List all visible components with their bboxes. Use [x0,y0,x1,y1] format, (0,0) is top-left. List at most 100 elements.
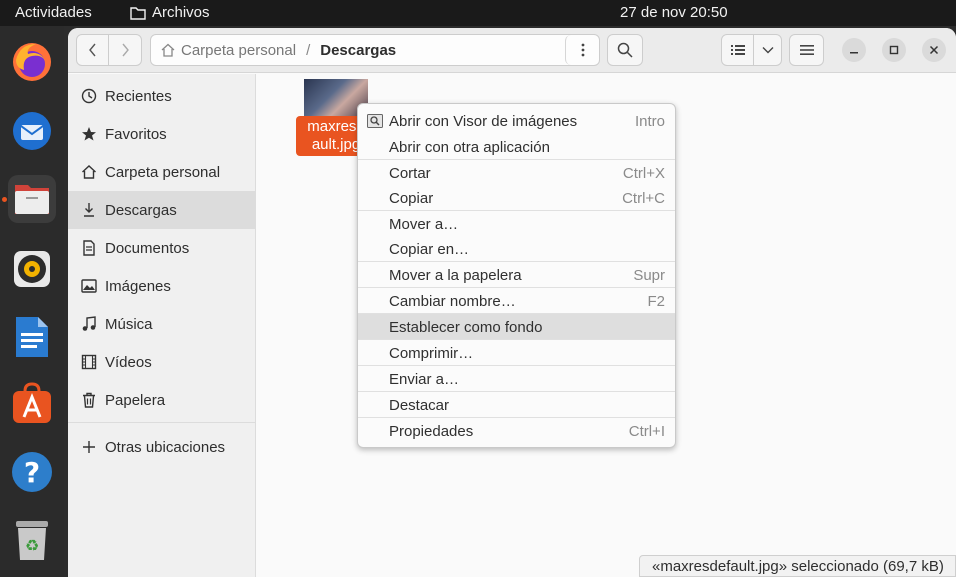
chevron-right-icon [122,43,129,57]
sidebar-item-label: Carpeta personal [105,163,221,181]
dock: ? ♻ [0,26,64,577]
folder-icon [130,6,146,20]
maximize-icon [889,45,899,55]
sidebar-item-musica[interactable]: Música [68,305,255,343]
trash-icon[interactable]: ♻ [8,516,56,564]
kebab-menu-icon [581,43,585,57]
close-button[interactable] [922,38,946,62]
sidebar-item-label: Imágenes [105,277,171,295]
music-icon [80,316,98,332]
rhythmbox-icon[interactable] [8,245,56,293]
thunderbird-icon[interactable] [8,107,56,155]
sidebar-item-videos[interactable]: Vídeos [68,343,255,381]
path-home-label: Carpeta personal [181,41,297,59]
menu-item-send-to[interactable]: Enviar a… [358,366,675,392]
help-icon[interactable]: ? [8,448,56,496]
sidebar-item-label: Otras ubicaciones [105,438,226,456]
app-menu[interactable]: Archivos [130,4,210,21]
view-options-button[interactable] [753,34,782,66]
menu-item-label: Copiar [389,189,434,207]
top-bar: Actividades Archivos 27 de nov 20:50 [0,0,956,26]
menu-item-label: Propiedades [389,422,474,440]
sidebar-item-descargas[interactable]: Descargas [68,191,255,229]
plus-icon [80,440,98,454]
sidebar-item-label: Documentos [105,239,190,257]
menu-item-open-with-other[interactable]: Abrir con otra aplicación [358,134,675,160]
sidebar-item-label: Papelera [105,391,166,409]
menu-item-label: Abrir con Visor de imágenes [389,112,578,130]
context-menu: Abrir con Visor de imágenes Intro Abrir … [357,103,676,448]
sidebar-item-carpeta-personal[interactable]: Carpeta personal [68,153,255,191]
menu-item-rename[interactable]: Cambiar nombre… F2 [358,288,675,314]
trash-icon [80,392,98,408]
search-button[interactable] [607,34,643,66]
menu-item-open-with-image-viewer[interactable]: Abrir con Visor de imágenes Intro [358,108,675,134]
path-home[interactable]: Carpeta personal [161,42,296,59]
menu-item-copy[interactable]: Copiar Ctrl+C [358,185,675,211]
menu-item-star[interactable]: Destacar [358,392,675,418]
sidebar: Recientes Favoritos Carpeta personal Des… [68,74,256,577]
search-icon [617,42,633,58]
menu-item-label: Mover a… [389,215,459,233]
chevron-down-icon [762,47,773,54]
menu-item-label: Comprimir… [389,344,474,362]
minimize-button[interactable] [842,38,866,62]
sidebar-item-label: Música [105,315,153,333]
menu-item-label: Cambiar nombre… [389,292,516,310]
menu-item-accel: Ctrl+C [622,189,665,207]
sidebar-item-label: Recientes [105,87,172,105]
menu-item-accel: Ctrl+I [628,422,665,440]
path-current[interactable]: Descargas [320,42,396,59]
menu-item-accel: F2 [647,292,665,310]
menu-item-properties[interactable]: Propiedades Ctrl+I [358,418,675,444]
path-bar[interactable]: Carpeta personal / Descargas [150,34,600,66]
back-button[interactable] [76,34,109,66]
svg-text:?: ? [24,456,40,489]
menu-item-label: Establecer como fondo [389,318,543,336]
menu-item-label: Enviar a… [389,370,460,388]
menu-item-cut[interactable]: Cortar Ctrl+X [358,160,675,186]
view-list-button[interactable] [721,34,754,66]
star-icon [80,126,98,142]
menu-item-set-as-background[interactable]: Establecer como fondo [358,314,675,340]
sidebar-item-recientes[interactable]: Recientes [68,77,255,115]
sidebar-divider [68,422,255,423]
clock-icon [80,88,98,104]
libreoffice-writer-icon[interactable] [8,313,56,361]
chevron-left-icon [88,43,96,57]
selection-status-text: «maxresdefault.jpg» seleccionado (69,7 k… [652,557,944,575]
home-icon [161,43,175,57]
app-name: Archivos [152,4,210,21]
sidebar-item-otras-ubicaciones[interactable]: Otras ubicaciones [68,428,255,466]
download-icon [80,202,98,218]
video-icon [80,354,98,370]
sidebar-item-papelera[interactable]: Papelera [68,381,255,419]
menu-item-copy-to[interactable]: Copiar en… [358,236,675,262]
sidebar-item-favoritos[interactable]: Favoritos [68,115,255,153]
menu-item-move-to[interactable]: Mover a… [358,211,675,237]
home-icon [80,164,98,180]
app-center-icon[interactable] [8,380,56,428]
image-viewer-icon [367,114,383,128]
clock[interactable]: 27 de nov 20:50 [620,4,728,21]
menu-item-label: Mover a la papelera [389,266,522,284]
active-indicator [2,197,7,202]
files-icon[interactable] [8,175,56,223]
maximize-button[interactable] [882,38,906,62]
document-icon [80,240,98,256]
menu-item-move-to-trash[interactable]: Mover a la papelera Supr [358,262,675,288]
selection-status: «maxresdefault.jpg» seleccionado (69,7 k… [639,555,956,577]
main-menu-button[interactable] [789,34,824,66]
path-menu-button[interactable] [565,35,600,65]
list-view-icon [730,45,745,55]
svg-text:♻: ♻ [25,536,39,555]
firefox-icon[interactable] [8,38,56,86]
sidebar-item-imagenes[interactable]: Imágenes [68,267,255,305]
forward-button[interactable] [108,34,142,66]
activities-button[interactable]: Actividades [15,4,92,21]
sidebar-item-documentos[interactable]: Documentos [68,229,255,267]
menu-item-accel: Intro [634,112,665,130]
menu-item-compress[interactable]: Comprimir… [358,340,675,366]
menu-item-label: Copiar en… [389,240,470,258]
menu-item-label: Destacar [389,396,450,414]
